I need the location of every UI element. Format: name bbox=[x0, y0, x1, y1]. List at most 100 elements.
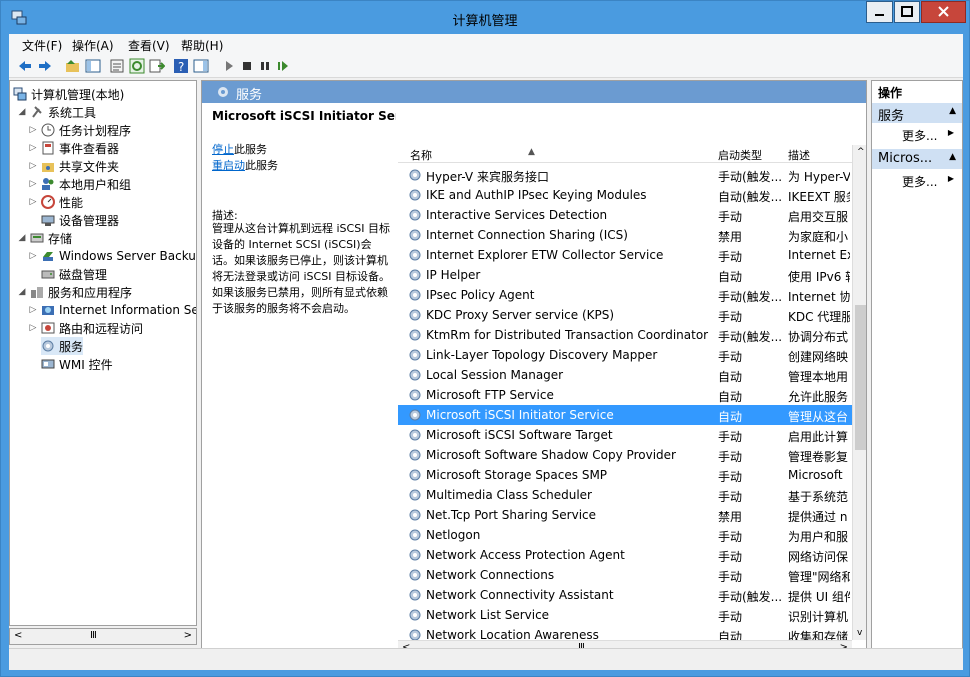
expand-arrow-icon[interactable]: ▷ bbox=[28, 323, 38, 333]
tree-item-performance[interactable]: ▷ 性能 bbox=[28, 193, 83, 211]
backup-icon bbox=[43, 252, 53, 261]
table-row[interactable]: Network Connections 手动 管理"网络和 bbox=[398, 565, 852, 585]
up-folder-icon[interactable] bbox=[65, 58, 81, 74]
table-row[interactable]: Net.Tcp Port Sharing Service 禁用 提供通过 n bbox=[398, 505, 852, 525]
expand-arrow-icon[interactable]: ◢ bbox=[17, 287, 27, 297]
collapse-arrow-icon[interactable]: ▲ bbox=[949, 106, 956, 116]
stop-line: 停止此服务 bbox=[212, 141, 267, 157]
maximize-button[interactable] bbox=[894, 1, 920, 23]
scroll-up-icon[interactable]: ^ bbox=[857, 147, 865, 157]
actions-section-microsoft[interactable]: Micros... ▲ bbox=[872, 149, 962, 169]
tree-item-local-users[interactable]: ▷ 本地用户和组 bbox=[28, 175, 131, 193]
tree-item-windows-server-backup[interactable]: ▷ Windows Server Backup bbox=[28, 247, 196, 265]
expand-arrow-icon[interactable]: ▷ bbox=[28, 197, 38, 207]
scroll-down-icon[interactable]: v bbox=[857, 628, 862, 638]
menu-view[interactable]: 查看(V) bbox=[128, 37, 170, 54]
startup-type-cell: 手动 bbox=[718, 250, 743, 264]
table-row[interactable]: Hyper-V 来宾服务接口 手动(触发... 为 Hyper-V bbox=[398, 165, 852, 185]
expand-arrow-icon[interactable]: ▷ bbox=[28, 161, 38, 171]
service-gear-icon bbox=[409, 209, 421, 221]
table-row[interactable]: Link-Layer Topology Discovery Mapper 手动 创建… bbox=[398, 345, 852, 365]
tree-item-system-tools[interactable]: ◢ 系统工具 bbox=[17, 103, 96, 121]
service-gear-icon bbox=[409, 609, 421, 621]
table-row[interactable]: Microsoft Software Shadow Copy Provider 手… bbox=[398, 445, 852, 465]
menu-help[interactable]: 帮助(H) bbox=[181, 37, 223, 54]
table-row[interactable]: Network Access Protection Agent 手动 网络访问保 bbox=[398, 545, 852, 565]
tree-item-device-manager[interactable]: 设备管理器 bbox=[41, 211, 119, 229]
table-row[interactable]: Microsoft FTP Service 自动 允许此服务 bbox=[398, 385, 852, 405]
column-startup[interactable]: 启动类型 bbox=[718, 147, 762, 163]
tree-item-disk-management[interactable]: 磁盘管理 bbox=[41, 265, 107, 283]
stop-service-link[interactable]: 停止 bbox=[212, 143, 234, 156]
expand-arrow-icon[interactable]: ▷ bbox=[28, 143, 38, 153]
routing-icon bbox=[41, 322, 55, 334]
service-name-cell: Net.Tcp Port Sharing Service bbox=[426, 508, 597, 522]
column-name[interactable]: 名称 bbox=[410, 147, 432, 163]
tree-item-storage[interactable]: ◢ 存储 bbox=[17, 229, 72, 247]
expand-arrow-icon[interactable]: ◢ bbox=[17, 233, 27, 243]
restart-service-link[interactable]: 重启动 bbox=[212, 159, 245, 172]
tree-item-iis[interactable]: ▷ Internet Information Services bbox=[28, 301, 196, 319]
table-row[interactable]: Microsoft Storage Spaces SMP 手动 Microsoft bbox=[398, 465, 852, 485]
tree-item-services-apps[interactable]: ◢ 服务和应用程序 bbox=[17, 283, 132, 301]
table-row[interactable]: Microsoft iSCSI Software Target 手动 启用此计算 bbox=[398, 425, 852, 445]
title-bar[interactable]: 计算机管理 bbox=[1, 1, 969, 34]
back-icon[interactable] bbox=[17, 58, 33, 74]
table-row[interactable]: KtmRm for Distributed Transaction Coordi… bbox=[398, 325, 852, 345]
table-row[interactable]: Internet Explorer ETW Collector Service 手… bbox=[398, 245, 852, 265]
table-row[interactable]: IPsec Policy Agent 手动(触发... Internet 协 bbox=[398, 285, 852, 305]
start-service-icon[interactable] bbox=[221, 58, 237, 74]
close-button[interactable] bbox=[921, 1, 966, 23]
tree-item-wmi[interactable]: WMI 控件 bbox=[41, 355, 113, 373]
show-action-pane-icon[interactable] bbox=[193, 58, 209, 74]
device-manager-icon bbox=[41, 215, 55, 226]
startup-type-cell: 自动 bbox=[718, 370, 743, 384]
table-row[interactable]: Network List Service 手动 识别计算机 bbox=[398, 605, 852, 625]
properties-icon[interactable] bbox=[109, 58, 125, 74]
refresh-icon[interactable] bbox=[129, 58, 145, 74]
export-list-icon[interactable] bbox=[149, 58, 165, 74]
column-desc[interactable]: 描述 bbox=[788, 147, 810, 163]
tree-horizontal-scrollbar[interactable]: < Ⅲ > bbox=[9, 628, 197, 645]
actions-section-services[interactable]: 服务 ▲ bbox=[872, 103, 962, 124]
expand-arrow-icon[interactable]: ▷ bbox=[28, 251, 38, 261]
expand-arrow-icon[interactable]: ▷ bbox=[28, 305, 38, 315]
scroll-thumb[interactable] bbox=[855, 305, 866, 450]
tree-item-routing[interactable]: ▷ 路由和远程访问 bbox=[28, 319, 143, 337]
help-icon[interactable]: ? bbox=[173, 58, 189, 74]
actions-more-microsoft[interactable]: 更多... ▶ bbox=[872, 171, 962, 189]
restart-service-icon[interactable] bbox=[275, 58, 291, 74]
expand-arrow-icon[interactable]: ▷ bbox=[28, 179, 38, 189]
tree-item-event-viewer[interactable]: ▷ 事件查看器 bbox=[28, 139, 119, 157]
pause-service-icon[interactable] bbox=[257, 58, 273, 74]
menu-action[interactable]: 操作(A) bbox=[72, 37, 114, 54]
table-row[interactable]: Multimedia Class Scheduler 手动 基于系统范 bbox=[398, 485, 852, 505]
scroll-right-icon[interactable]: > bbox=[184, 630, 192, 641]
table-row[interactable]: Microsoft iSCSI Initiator Service 自动 管理从这台 bbox=[398, 405, 852, 425]
tree-item-task-scheduler[interactable]: ▷ 任务计划程序 bbox=[28, 121, 131, 139]
menu-file[interactable]: 文件(F) bbox=[22, 37, 62, 54]
table-row[interactable]: Internet Connection Sharing (ICS) 禁用 为家庭和小 bbox=[398, 225, 852, 245]
table-row[interactable]: Local Session Manager 自动 管理本地用 bbox=[398, 365, 852, 385]
collapse-arrow-icon[interactable]: ▲ bbox=[949, 152, 956, 162]
tree-item-shared-folders[interactable]: ▷ 共享文件夹 bbox=[28, 157, 119, 175]
tree-item-services[interactable]: 服务 bbox=[41, 337, 84, 355]
scroll-grip[interactable]: Ⅲ bbox=[90, 630, 97, 641]
table-row[interactable]: Network Connectivity Assistant 手动(触发... 提供… bbox=[398, 585, 852, 605]
forward-icon[interactable] bbox=[37, 58, 53, 74]
tree-root[interactable]: 计算机管理(本地) bbox=[13, 85, 124, 103]
service-gear-icon bbox=[409, 229, 421, 241]
expand-arrow-icon[interactable]: ◢ bbox=[17, 107, 27, 117]
list-vertical-scrollbar[interactable]: ^ v bbox=[852, 145, 866, 640]
table-row[interactable]: IP Helper 自动 使用 IPv6 转 bbox=[398, 265, 852, 285]
show-tree-icon[interactable] bbox=[85, 58, 101, 74]
table-row[interactable]: Netlogon 手动 为用户和服 bbox=[398, 525, 852, 545]
table-row[interactable]: IKE and AuthIP IPsec Keying Modules 自动(触发… bbox=[398, 185, 852, 205]
scroll-left-icon[interactable]: < bbox=[14, 630, 22, 641]
table-row[interactable]: KDC Proxy Server service (KPS) 手动 KDC 代理服 bbox=[398, 305, 852, 325]
minimize-button[interactable] bbox=[866, 1, 893, 23]
table-row[interactable]: Interactive Services Detection 手动 启用交互服 bbox=[398, 205, 852, 225]
stop-service-icon[interactable] bbox=[239, 58, 255, 74]
expand-arrow-icon[interactable]: ▷ bbox=[28, 125, 38, 135]
actions-more-services[interactable]: 更多... ▶ bbox=[872, 125, 962, 143]
